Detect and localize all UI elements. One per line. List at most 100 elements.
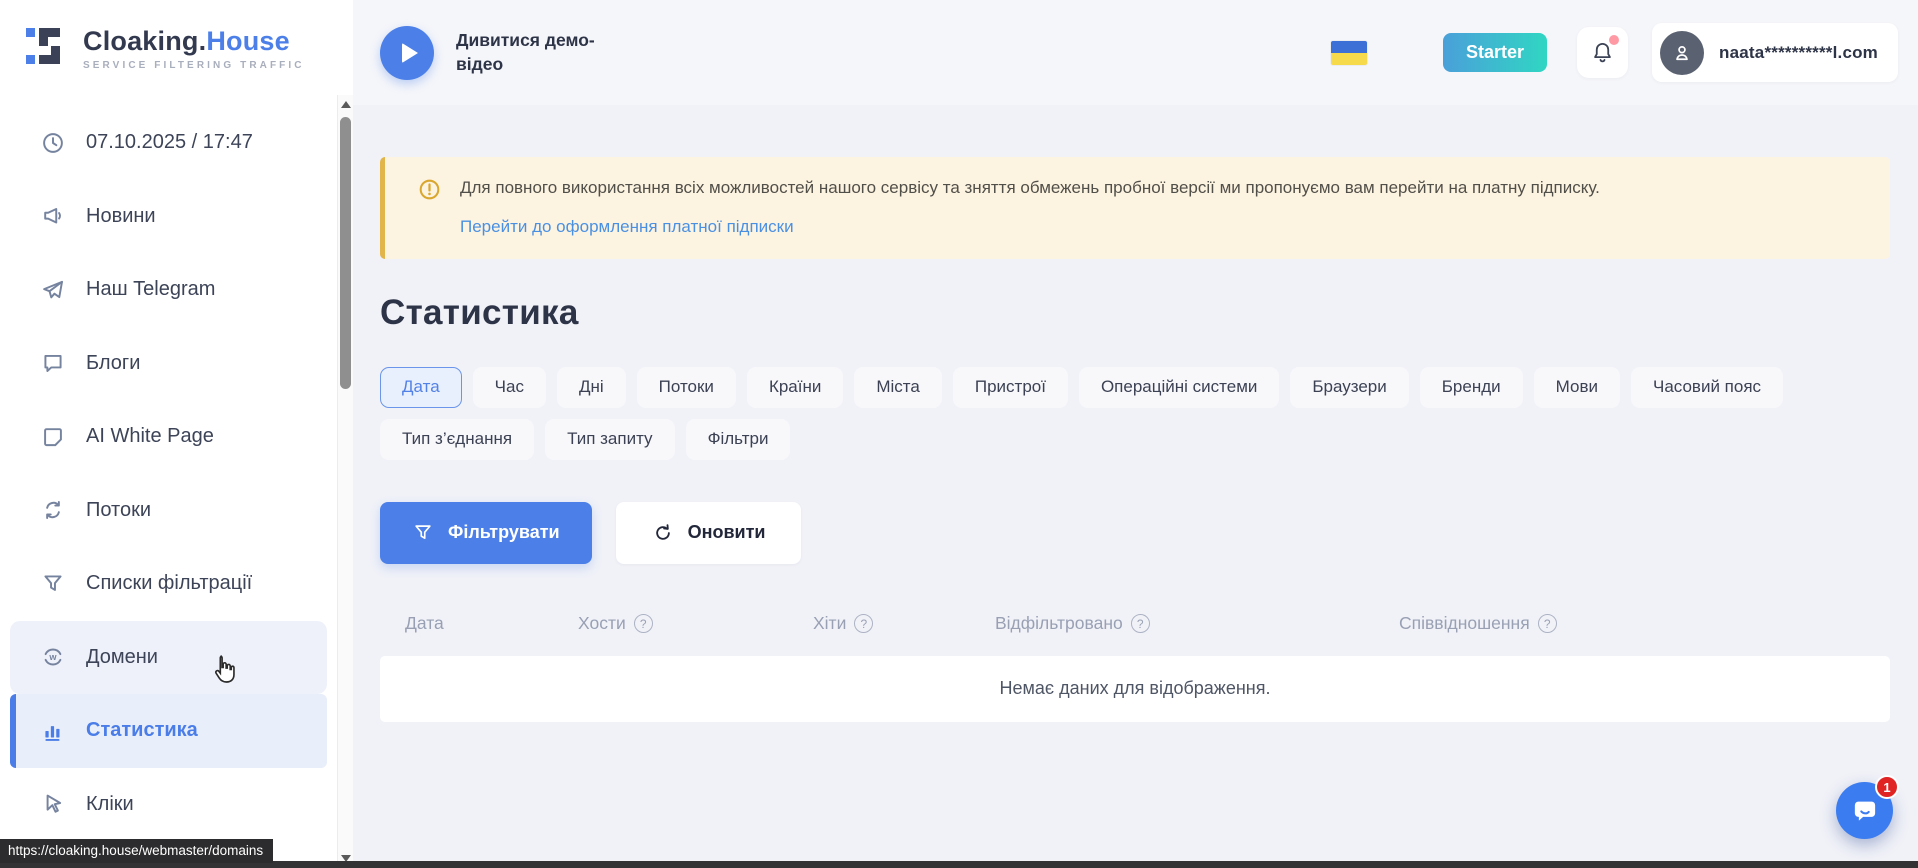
flag-blue-stripe [1331, 41, 1367, 53]
demo-video-label[interactable]: Дивитися демо-відео [456, 29, 606, 75]
page-title: Статистика [380, 293, 1890, 333]
demo-video-play-button[interactable] [380, 26, 434, 80]
bar-chart-icon [40, 718, 66, 744]
refresh-button-label: Оновити [688, 522, 766, 543]
col-hits: Хіти ? [788, 613, 970, 634]
sidebar-item-label: Блоги [86, 352, 140, 375]
stats-filter-tabs-row-1: Дата Час Дні Потоки Країни Міста Пристро… [380, 367, 1890, 408]
help-icon[interactable]: ? [634, 614, 653, 633]
brand-name: Cloaking.House [83, 26, 305, 57]
header-right-group: Starter naata**********l.com [1331, 23, 1918, 82]
sidebar-item-clicks[interactable]: Кліки [0, 768, 337, 842]
cursor-arrow-icon [40, 791, 66, 817]
col-date: Дата [380, 613, 553, 634]
sidebar-item-telegram[interactable]: Наш Telegram [0, 253, 337, 327]
megaphone-icon [40, 203, 66, 229]
empty-state-text: Немає даних для відображення. [1000, 678, 1271, 699]
filter-button[interactable]: Фільтрувати [380, 502, 592, 564]
sidebar-scrollbar[interactable] [337, 95, 353, 868]
col-hosts: Хости ? [553, 613, 788, 634]
tab-browsers[interactable]: Браузери [1290, 367, 1408, 408]
chat-bubble-icon [40, 350, 66, 376]
stats-filter-tabs-row-2: Тип з’єднання Тип запиту Фільтри [380, 419, 1890, 460]
brand-logo-icon [24, 22, 70, 75]
notifications-button[interactable] [1577, 27, 1628, 78]
scrollbar-up-arrow-icon[interactable] [341, 101, 351, 108]
clock-icon [40, 130, 66, 156]
tab-countries[interactable]: Країни [747, 367, 843, 408]
sidebar-item-label: 07.10.2025 / 17:47 [86, 131, 253, 154]
chat-smile-icon [1849, 795, 1881, 827]
svg-text:w: w [48, 652, 57, 662]
sidebar: Cloaking.House SERVICE FILTERING TRAFFIC… [0, 0, 353, 868]
filter-button-label: Фільтрувати [448, 522, 560, 543]
sidebar-item-label: Новини [86, 205, 156, 228]
column-label: Відфільтровано [995, 613, 1123, 634]
actions-row: Фільтрувати Оновити [380, 502, 1890, 564]
trial-warning-text: Для повного використання всіх можливосте… [460, 176, 1730, 200]
scrollbar-thumb[interactable] [340, 117, 351, 389]
sidebar-item-streams[interactable]: Потоки [0, 474, 337, 548]
streams-sync-icon [40, 497, 66, 523]
tab-days[interactable]: Дні [557, 367, 626, 408]
brand-logo[interactable]: Cloaking.House SERVICE FILTERING TRAFFIC [0, 0, 353, 75]
tab-filters[interactable]: Фільтри [686, 419, 791, 460]
sidebar-item-label: Кліки [86, 793, 134, 816]
page-icon [40, 424, 66, 450]
sidebar-item-label: AI White Page [86, 425, 214, 448]
notification-dot [1609, 35, 1619, 45]
sidebar-item-label: Списки фільтрації [86, 572, 252, 595]
tab-cities[interactable]: Міста [854, 367, 942, 408]
sidebar-item-filter-lists[interactable]: Списки фільтрації [0, 547, 337, 621]
tab-devices[interactable]: Пристрої [953, 367, 1068, 408]
funnel-icon [412, 522, 434, 544]
domains-www-icon: w [40, 644, 66, 670]
tab-connection-type[interactable]: Тип з’єднання [380, 419, 534, 460]
column-label: Співвідношення [1399, 613, 1530, 634]
tab-brands[interactable]: Бренди [1420, 367, 1523, 408]
tab-request-type[interactable]: Тип запиту [545, 419, 675, 460]
sidebar-item-label: Потоки [86, 499, 151, 522]
column-label: Дата [405, 613, 444, 634]
help-icon[interactable]: ? [854, 614, 873, 633]
sidebar-item-label: Наш Telegram [86, 278, 215, 301]
tab-timezone[interactable]: Часовий пояс [1631, 367, 1783, 408]
sidebar-item-label: Статистика [86, 719, 198, 742]
tab-time[interactable]: Час [473, 367, 546, 408]
sidebar-item-ai-white-page[interactable]: AI White Page [0, 400, 337, 474]
avatar [1660, 31, 1704, 75]
main-content: Для повного використання всіх можливосте… [353, 105, 1918, 868]
sidebar-item-news[interactable]: Новини [0, 180, 337, 254]
browser-status-url: https://cloaking.house/webmaster/domains [0, 839, 273, 863]
column-label: Хости [578, 613, 626, 634]
person-icon [1669, 40, 1695, 66]
sidebar-item-blogs[interactable]: Блоги [0, 327, 337, 401]
user-account-button[interactable]: naata**********l.com [1652, 23, 1898, 82]
tab-streams[interactable]: Потоки [637, 367, 736, 408]
chat-unread-badge: 1 [1875, 775, 1899, 799]
telegram-icon [40, 277, 66, 303]
help-icon[interactable]: ? [1538, 614, 1557, 633]
refresh-icon [652, 522, 674, 544]
window-bottom-edge [0, 861, 1918, 868]
user-email: naata**********l.com [1719, 43, 1878, 63]
tab-languages[interactable]: Мови [1534, 367, 1620, 408]
sidebar-item-datetime: 07.10.2025 / 17:47 [0, 106, 337, 180]
col-ratio: Співвідношення ? [1374, 613, 1890, 634]
app-root: Cloaking.House SERVICE FILTERING TRAFFIC… [0, 0, 1918, 868]
sidebar-item-label: Домени [86, 646, 158, 669]
refresh-button[interactable]: Оновити [616, 502, 802, 564]
col-filtered: Відфільтровано ? [970, 613, 1374, 634]
tab-date[interactable]: Дата [380, 367, 462, 408]
plan-badge-button[interactable]: Starter [1443, 33, 1547, 72]
subscription-link[interactable]: Перейти до оформлення платної підписки [460, 217, 794, 237]
chat-launcher-button[interactable]: 1 [1836, 782, 1893, 839]
brand-tagline: SERVICE FILTERING TRAFFIC [83, 60, 305, 71]
help-icon[interactable]: ? [1131, 614, 1150, 633]
funnel-icon [40, 571, 66, 597]
tab-operating-systems[interactable]: Операційні системи [1079, 367, 1279, 408]
sidebar-item-statistics[interactable]: Статистика [10, 694, 327, 768]
top-header: Дивитися демо-відео Starter naata*******… [353, 0, 1918, 105]
ukraine-flag-icon[interactable] [1331, 41, 1367, 65]
sidebar-item-domains[interactable]: w Домени [10, 621, 327, 695]
